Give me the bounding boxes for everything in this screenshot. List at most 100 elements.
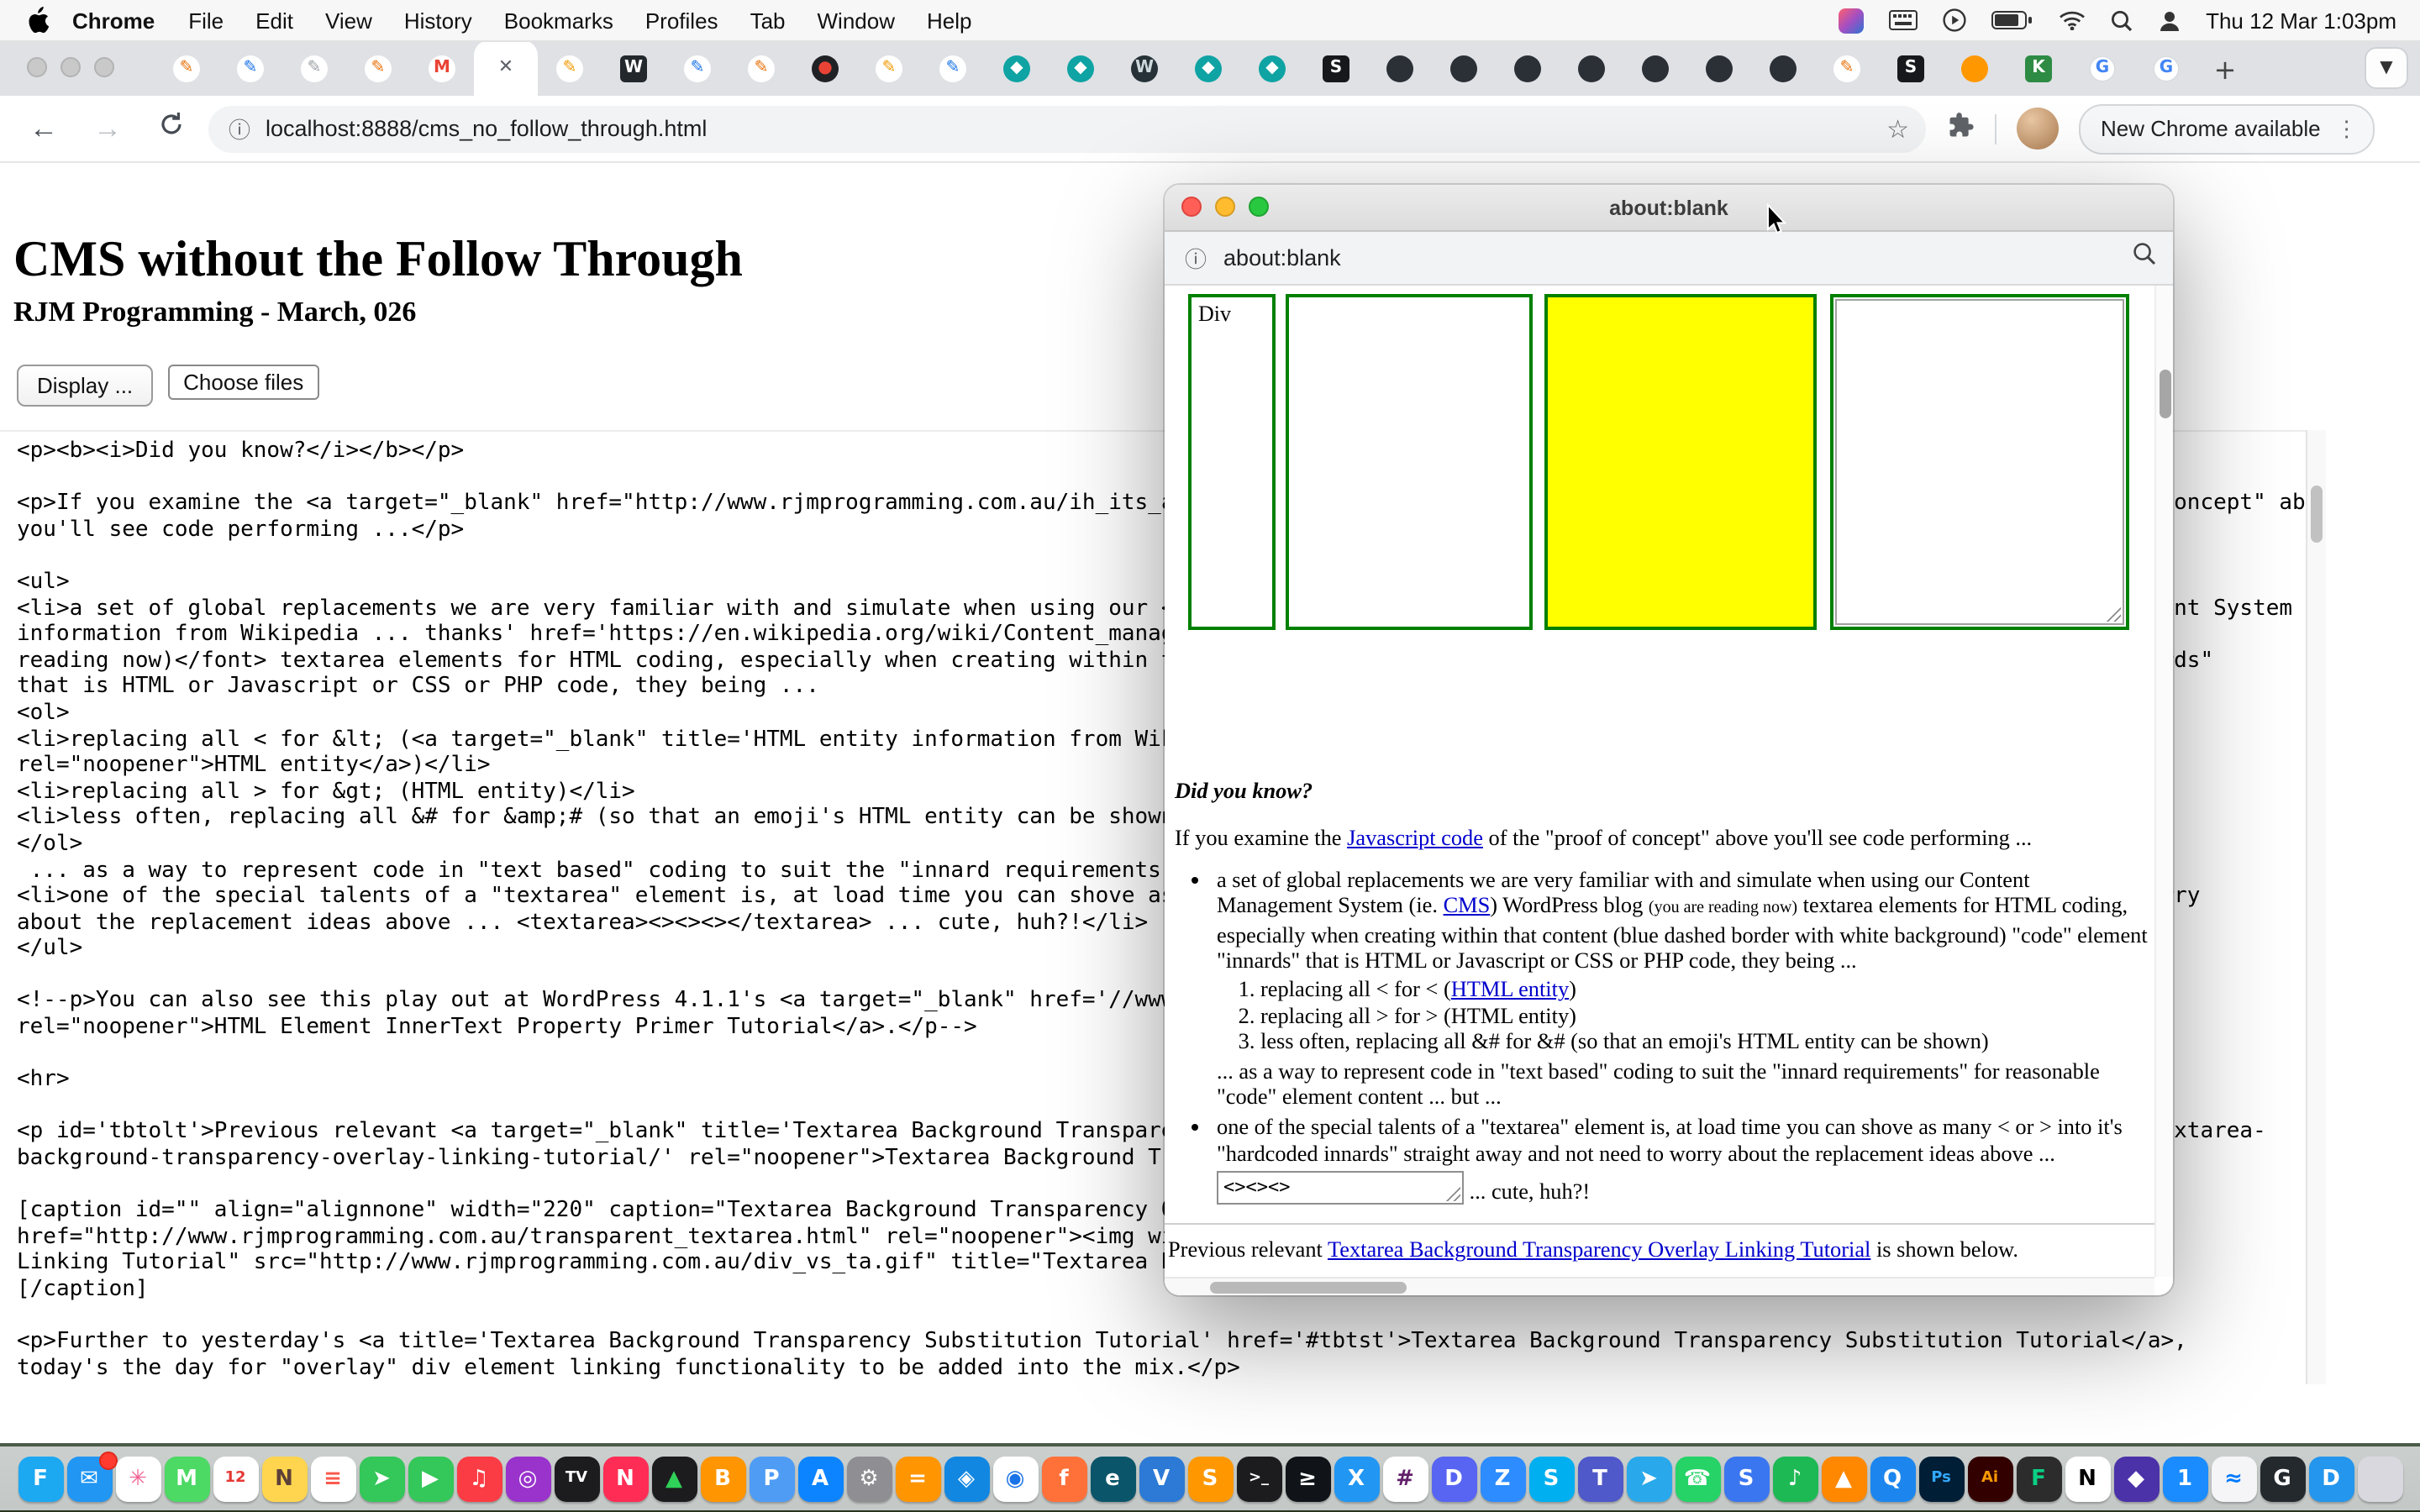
tab-dark-site[interactable] (1496, 40, 1560, 96)
popup-horizontal-scrollbar[interactable] (1165, 1277, 2154, 1295)
dock-calculator-icon[interactable]: = (895, 1456, 940, 1501)
menu-bar-clock[interactable]: Thu 12 Mar 1:03pm (2206, 8, 2396, 33)
dock-app-store-icon[interactable]: A (797, 1456, 843, 1501)
menu-edit[interactable]: Edit (255, 8, 293, 33)
resize-grip-icon[interactable] (1444, 1185, 1460, 1202)
tab-pencil[interactable]: ✎ (729, 40, 793, 96)
status-app-icon[interactable] (1838, 8, 1863, 33)
dock-vlc-icon[interactable]: ▲ (1821, 1456, 1866, 1501)
menu-history[interactable]: History (404, 8, 472, 33)
tab-dark-site[interactable] (1687, 40, 1751, 96)
menu-window[interactable]: Window (818, 8, 896, 33)
dock-preview-icon[interactable]: P (749, 1456, 794, 1501)
popup-zoom-search-icon[interactable] (2133, 242, 2156, 274)
dock-xcode-icon[interactable]: X (1334, 1456, 1379, 1501)
menu-profiles[interactable]: Profiles (645, 8, 718, 33)
tab-record[interactable]: ● (793, 40, 857, 96)
tab-dark-site[interactable] (1560, 40, 1623, 96)
dock-edge-icon[interactable]: e (1090, 1456, 1135, 1501)
play-icon[interactable] (1942, 8, 1965, 32)
tab-close-icon[interactable]: ✕ (498, 59, 513, 77)
popup-window[interactable]: about:blank ⓘ about:blank Div Did you kn… (1165, 185, 2173, 1295)
tab-pencil[interactable]: ✎ (282, 40, 346, 96)
window-zoom-button[interactable] (94, 57, 114, 77)
menu-file[interactable]: File (188, 8, 224, 33)
tab-google[interactable]: G (2134, 40, 2198, 96)
dock-finder-icon[interactable]: F (18, 1456, 63, 1501)
new-tab-button[interactable]: + (2202, 49, 2249, 96)
tab-s-site[interactable]: S (1304, 40, 1368, 96)
tab-pencil[interactable]: ✎ (538, 40, 602, 96)
keyboard-icon[interactable] (1888, 10, 1917, 30)
popup-site-info-icon[interactable]: ⓘ (1185, 242, 1207, 274)
dock-figma-icon[interactable]: F (2016, 1456, 2061, 1501)
popup-title-bar[interactable]: about:blank (1165, 185, 2173, 232)
inline-demo-textarea[interactable]: <><><> (1217, 1172, 1464, 1205)
tab-compass[interactable]: ◆ (1049, 40, 1113, 96)
dock-maps-icon[interactable]: ➤ (359, 1456, 404, 1501)
demo-textarea[interactable] (1835, 299, 2124, 625)
dock-sublime-icon[interactable]: S (1187, 1456, 1233, 1501)
back-button[interactable]: ← (24, 112, 64, 145)
window-minimize-button[interactable] (60, 57, 81, 77)
dock-slack-icon[interactable]: # (1382, 1456, 1428, 1501)
dock-photos-icon[interactable]: ✳ (115, 1456, 160, 1501)
inline-link[interactable]: HTML entity (1451, 977, 1569, 1002)
tab-gmail[interactable]: M (410, 40, 474, 96)
dock-activity-monitor-icon[interactable]: ≈ (2211, 1456, 2256, 1501)
tab-dark-site[interactable]: W (1113, 40, 1176, 96)
tab-pencil[interactable]: ✎ (857, 40, 921, 96)
resize-grip-icon[interactable] (2104, 605, 2121, 622)
dock-skype-icon[interactable]: S (1528, 1456, 1574, 1501)
inline-link[interactable]: Textarea Background Transparency Overlay… (1328, 1236, 1870, 1262)
dock-notion-icon[interactable]: N (2065, 1456, 2110, 1501)
tab-orange-site[interactable] (1943, 40, 2007, 96)
tab-k-site[interactable]: K (2007, 40, 2070, 96)
dock-messages-icon[interactable]: M (164, 1456, 209, 1501)
tab-compass[interactable]: ◆ (1176, 40, 1240, 96)
dock-1password-icon[interactable]: 1 (2162, 1456, 2207, 1501)
dock-stocks-icon[interactable]: ▲ (651, 1456, 697, 1501)
tab-search-chevron-icon[interactable]: ▼ (2366, 49, 2407, 87)
dock-chrome-icon[interactable]: ◉ (992, 1456, 1038, 1501)
forward-button[interactable]: → (87, 112, 128, 145)
tab-wordpress[interactable]: W (602, 40, 666, 96)
popup-url-bar[interactable]: ⓘ about:blank (1165, 232, 2173, 286)
address-bar[interactable]: ⓘ localhost:8888/cms_no_follow_through.h… (208, 105, 1926, 152)
menu-app-name[interactable]: Chrome (72, 8, 155, 33)
choose-files-button[interactable]: Choose files (168, 365, 318, 400)
dock-quicktime-icon[interactable]: Q (1870, 1456, 1915, 1501)
dock-calendar-icon[interactable]: 12 (213, 1456, 258, 1501)
popup-minimize-button[interactable] (1215, 197, 1235, 217)
tab-compass[interactable]: ◆ (985, 40, 1049, 96)
wifi-icon[interactable] (2058, 10, 2085, 30)
dock-safari-icon[interactable]: ◈ (944, 1456, 989, 1501)
dock-github-icon[interactable]: G (2260, 1456, 2305, 1501)
popup-vertical-scrollbar[interactable] (2154, 286, 2173, 1277)
spotlight-search-icon[interactable] (2110, 9, 2132, 31)
popup-url-text[interactable]: about:blank (1223, 245, 2133, 270)
url-text[interactable]: localhost:8888/cms_no_follow_through.htm… (266, 116, 1886, 141)
battery-icon[interactable] (1991, 10, 2033, 30)
dock-vscode-icon[interactable]: V (1139, 1456, 1184, 1501)
profile-avatar[interactable] (2017, 108, 2059, 150)
tab-dark-site[interactable] (1623, 40, 1687, 96)
dock-discord-icon[interactable]: D (1431, 1456, 1476, 1501)
dock-terminal-icon[interactable]: >_ (1236, 1456, 1281, 1501)
dock-signal-icon[interactable]: S (1723, 1456, 1769, 1501)
dock-whatsapp-icon[interactable]: ☎ (1675, 1456, 1720, 1501)
extensions-puzzle-icon[interactable] (1946, 110, 1975, 147)
dock-obsidian-icon[interactable]: ◆ (2113, 1456, 2159, 1501)
tab-pencil[interactable]: ✎ (155, 40, 218, 96)
tab-dark-site[interactable] (1368, 40, 1432, 96)
textarea-scrollbar[interactable] (2306, 430, 2326, 1384)
site-info-icon[interactable]: ⓘ (229, 113, 250, 144)
tab-dark-site[interactable] (1751, 40, 1815, 96)
tab-pencil[interactable]: ✎ (921, 40, 985, 96)
dock-tv-icon[interactable]: TV (554, 1456, 599, 1501)
popup-hscroll-thumb[interactable] (1210, 1282, 1407, 1294)
inline-link[interactable]: Javascript code (1347, 826, 1483, 851)
dock-illustrator-icon[interactable]: Ai (1967, 1456, 2012, 1501)
dock-reminders-icon[interactable]: ≡ (310, 1456, 355, 1501)
popup-zoom-button[interactable] (1249, 197, 1269, 217)
